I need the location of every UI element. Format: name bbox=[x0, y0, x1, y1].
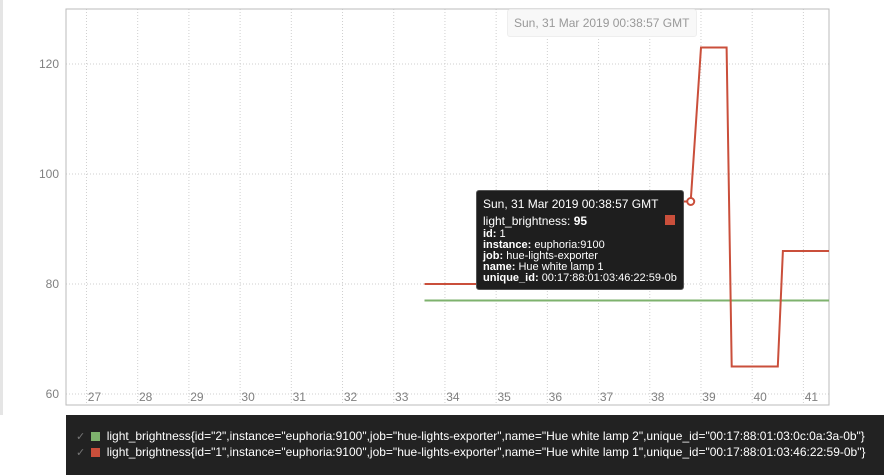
hover-highlight bbox=[686, 197, 696, 206]
checkmark-icon[interactable]: ✓ bbox=[76, 429, 88, 445]
chart-area[interactable]: 60 80 100 120 27 28 29 30 31 32 33 34 35 36 37 38 39 40 4… bbox=[0, 0, 890, 415]
x-tick-label: 28 bbox=[139, 390, 153, 404]
y-axis-labels: 60 80 100 120 bbox=[39, 57, 59, 401]
highlight-point bbox=[686, 197, 696, 206]
y-gridlines bbox=[66, 63, 829, 395]
x-tick-label: 33 bbox=[395, 390, 409, 404]
x-tick-label: 39 bbox=[702, 390, 716, 404]
tooltip-date: Sun, 31 Mar 2019 00:38:57 GMT bbox=[483, 197, 659, 211]
x-tick-label: 38 bbox=[651, 390, 665, 404]
x-tick-label: 27 bbox=[88, 390, 102, 404]
legend: ✓ light_brightness{id="2",instance="euph… bbox=[66, 415, 884, 475]
x-tick-label: 36 bbox=[549, 390, 563, 404]
hover-tooltip: Sun, 31 Mar 2019 00:38:57 GMT light_brig… bbox=[476, 190, 684, 290]
x-gridlines bbox=[85, 9, 804, 405]
y-tick-label: 120 bbox=[39, 57, 59, 71]
legend-item[interactable]: ✓ light_brightness{id="2",instance="euph… bbox=[66, 428, 884, 444]
legend-label[interactable]: light_brightness{id="1",instance="euphor… bbox=[107, 444, 866, 460]
legend-swatch bbox=[91, 432, 101, 441]
x-tick-label: 41 bbox=[805, 390, 819, 404]
x-tick-label: 29 bbox=[190, 390, 204, 404]
x-axis-labels: 27 28 29 30 31 32 33 34 35 36 37 38 39 40 41 bbox=[88, 390, 819, 404]
graph-panel: 60 80 100 120 27 28 29 30 31 32 33 34 35 36 37 38 39 40 4… bbox=[0, 0, 890, 475]
legend-swatch bbox=[91, 448, 101, 457]
tooltip-metric-label: light_brightness: bbox=[483, 214, 571, 228]
x-tick-label: 37 bbox=[600, 390, 614, 404]
x-tick-label: 35 bbox=[497, 390, 511, 404]
y-tick-label: 100 bbox=[39, 167, 59, 181]
legend-label[interactable]: light_brightness{id="2",instance="euphor… bbox=[107, 428, 865, 444]
tooltip-metric-value: 95 bbox=[573, 214, 588, 228]
y-tick-label: 80 bbox=[46, 277, 60, 291]
x-tick-label: 30 bbox=[241, 390, 255, 404]
y-tick-label: 60 bbox=[46, 387, 60, 401]
x-tick-label: 31 bbox=[293, 390, 307, 404]
x-tick-label: 32 bbox=[344, 390, 358, 404]
plot-frame bbox=[65, 8, 830, 406]
x-tick-label: 40 bbox=[754, 390, 768, 404]
tooltip-label-key: unique_id bbox=[483, 272, 535, 284]
hover-timestamp-label: Sun, 31 Mar 2019 00:38:57 GMT bbox=[507, 9, 697, 37]
checkmark-icon[interactable]: ✓ bbox=[76, 445, 88, 461]
tooltip-metric: light_brightness: 95 bbox=[483, 214, 677, 228]
tooltip-label-row: unique_id: 00:17:88:01:03:46:22:59-0b bbox=[483, 272, 677, 284]
legend-item[interactable]: ✓ light_brightness{id="1",instance="euph… bbox=[66, 444, 884, 460]
tooltip-series-swatch bbox=[665, 215, 675, 225]
x-tick-label: 34 bbox=[446, 390, 460, 404]
tooltip-label-value: 00:17:88:01:03:46:22:59-0b bbox=[541, 272, 677, 284]
